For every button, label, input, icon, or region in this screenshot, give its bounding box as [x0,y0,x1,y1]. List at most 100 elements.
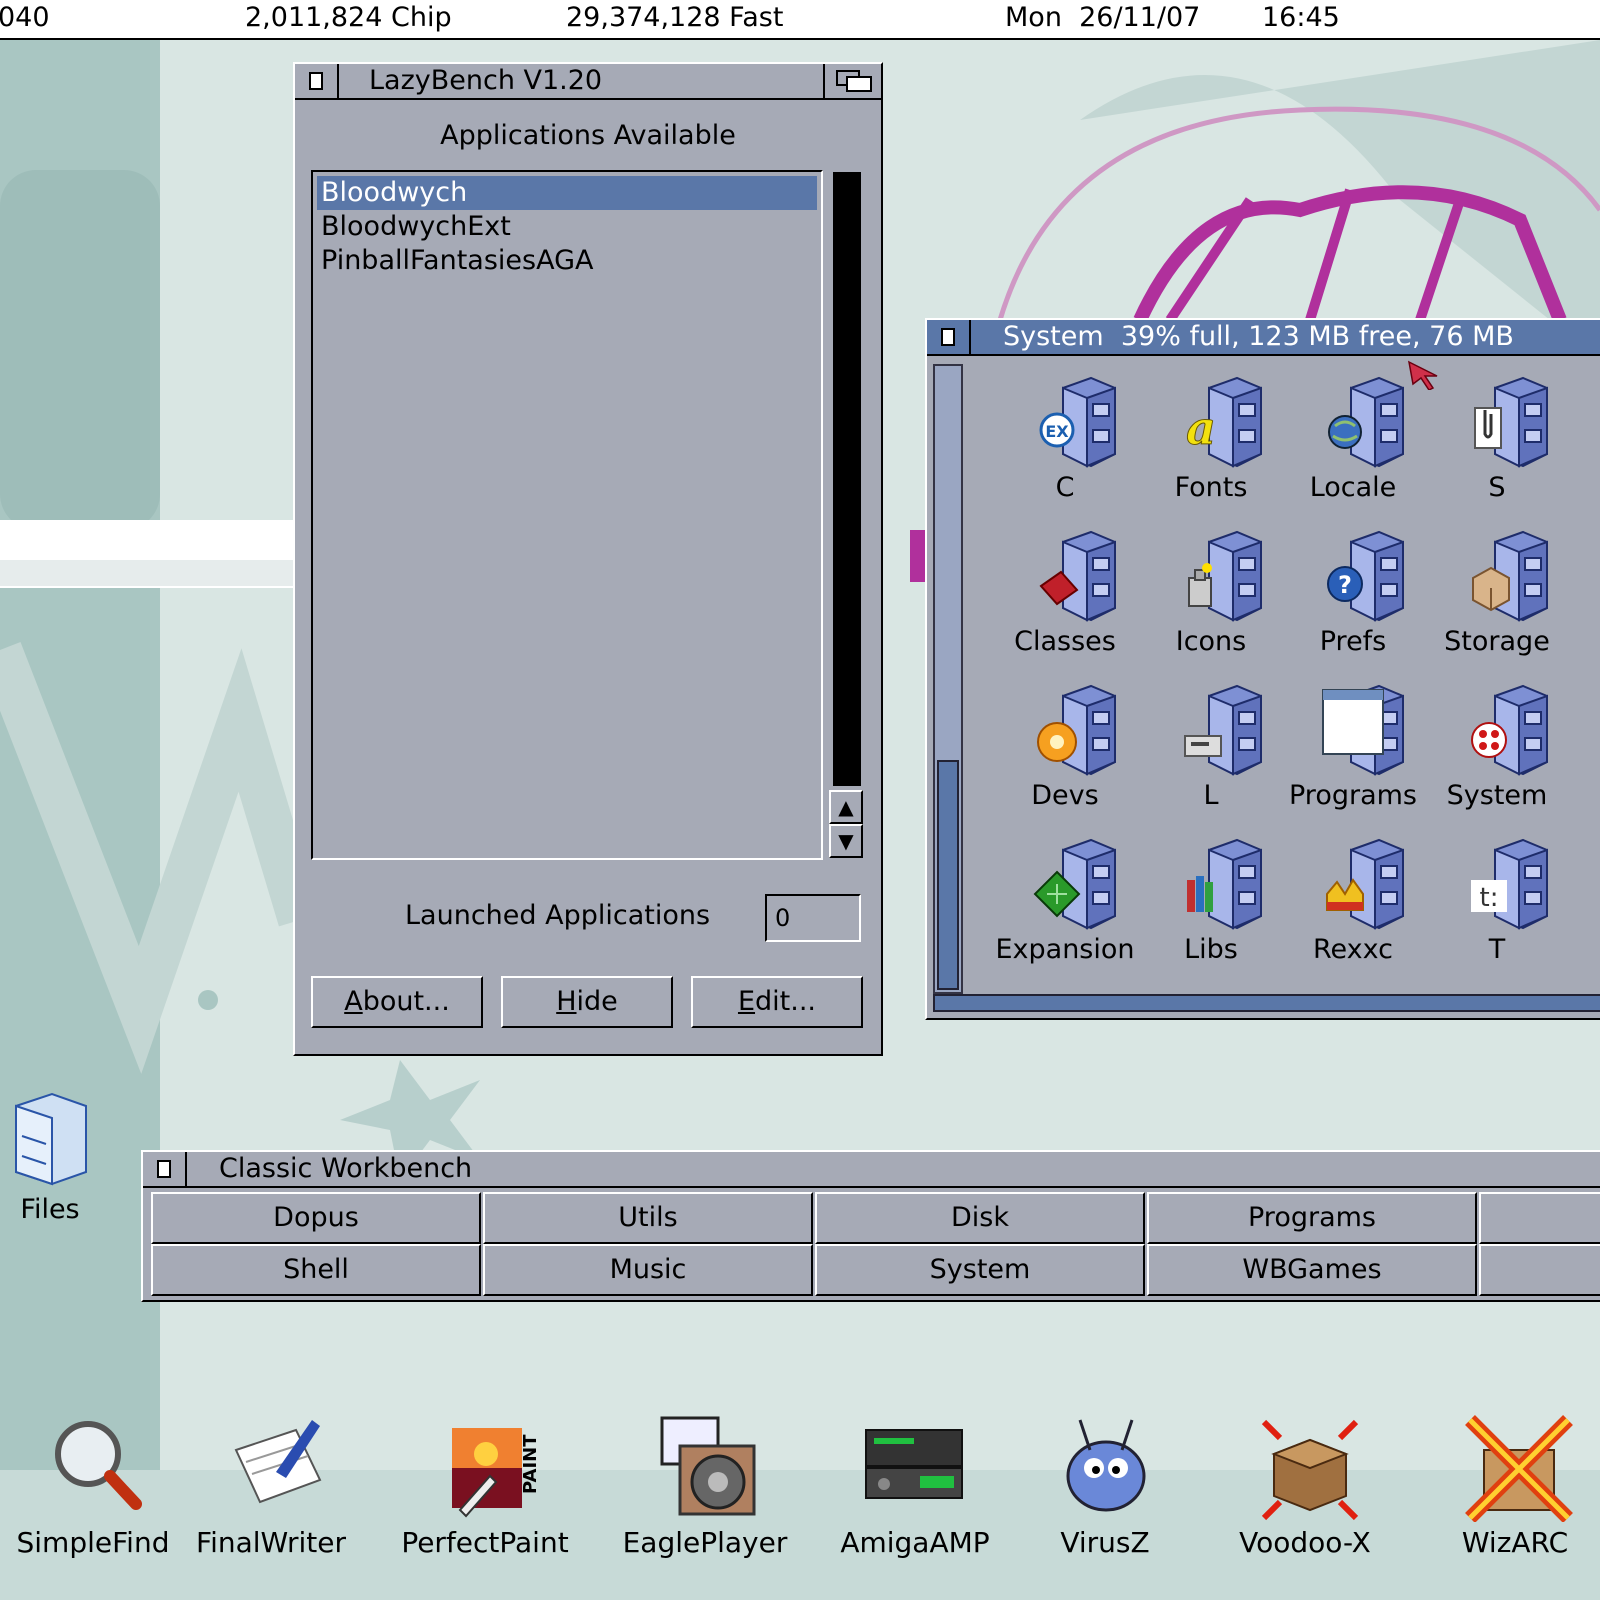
drawer-expansion[interactable]: Expansion [991,834,1139,984]
drawer-programs[interactable]: Programs [1279,680,1427,830]
launcher-wbgames-button[interactable]: WBGames [1147,1244,1477,1296]
list-item[interactable]: Bloodwych [317,176,817,210]
dock-virusz[interactable]: VirusZ [1010,1410,1200,1600]
drawer-s[interactable]: S [1423,372,1571,522]
drawer-label: Libs [1184,934,1238,965]
ex-drawer-icon: EX [1039,376,1116,468]
box-arrows-icon [1261,1419,1359,1521]
drawer-label: Icons [1175,626,1247,657]
launched-count-field: 0 [765,894,861,942]
l-drawer-icon [1184,684,1262,776]
drawer-label: Storage [1444,626,1550,657]
dock-voodoo-x[interactable]: Voodoo-X [1210,1410,1400,1600]
horizontal-scrollbar[interactable] [933,994,1600,1012]
dock-eagleplayer[interactable]: EaglePlayer [610,1410,800,1600]
svg-text:a: a [1186,401,1216,455]
drawer-label: T [1488,934,1506,965]
files-label: Files [20,1194,80,1225]
dock-label: VirusZ [1060,1526,1150,1559]
drawer-icons[interactable]: Icons [1137,526,1285,676]
expansion-drawer-icon [1033,838,1116,930]
drawer-classes[interactable]: Classes [991,526,1139,676]
classes-drawer-icon [1039,530,1116,622]
launcher-offscreen-button[interactable] [1479,1192,1600,1244]
drawer-label: L [1203,780,1219,811]
hide-button[interactable]: Hide [501,976,673,1028]
drawer-rexxc[interactable]: Rexxc [1279,834,1427,984]
window-title: Classic Workbench [219,1153,473,1184]
date: Mon 26/11/07 [1005,2,1201,33]
fast-memory: 29,374,128 Fast [566,2,784,33]
launched-applications-label: Launched Applications [405,900,711,931]
list-scrollbar[interactable] [831,170,863,788]
applications-heading: Applications Available [440,120,736,151]
about-button[interactable]: About... [311,976,483,1028]
svg-text:?: ? [1338,571,1352,599]
launcher-shell-button[interactable]: Shell [151,1244,481,1296]
drawer-devs[interactable]: Devs [991,680,1139,830]
launcher-programs-button[interactable]: Programs [1147,1192,1477,1244]
magnifier-icon [55,1421,142,1510]
amp-icon [865,1429,963,1499]
system-drawer-window[interactable]: System 39% full, 123 MB free, 76 MB EX Ca… [925,318,1600,1020]
system-title-bar[interactable]: System 39% full, 123 MB free, 76 MB [927,320,1600,356]
dock-perfectpaint[interactable]: PAINT PerfectPaint [390,1410,580,1600]
close-icon[interactable] [295,64,339,98]
drawer-label: Devs [1031,780,1099,811]
dock-simplefind[interactable]: SimpleFind [0,1410,188,1600]
drawer-icon [15,1092,87,1186]
drawer-prefs[interactable]: ? Prefs [1279,526,1427,676]
window-title: LazyBench V1.20 [369,65,603,96]
launcher-offscreen-button[interactable] [1479,1244,1600,1296]
speaker-icon [660,1416,756,1516]
paint-icon: PAINT [452,1428,541,1518]
edit-button[interactable]: Edit... [691,976,863,1028]
launcher-utils-button[interactable]: Utils [483,1192,813,1244]
drawer-label: Programs [1289,780,1417,811]
lazybench-window[interactable]: LazyBench V1.20 Applications Available B… [293,62,883,1056]
depth-gadget-icon[interactable] [823,64,881,98]
vertical-scrollbar[interactable] [933,364,963,994]
launcher-system-button[interactable]: System [815,1244,1145,1296]
drawer-t[interactable]: t: T [1423,834,1571,984]
dock-label: Voodoo-X [1239,1526,1371,1559]
drawer-label: S [1488,472,1506,503]
lazybench-title-bar[interactable]: LazyBench V1.20 [295,64,881,100]
rexxc-drawer-icon [1326,838,1404,930]
drawer-locale[interactable]: Locale [1279,372,1427,522]
libs-drawer-icon [1187,838,1262,930]
scroll-down-icon[interactable]: ▼ [829,824,863,858]
dock-finalwriter[interactable]: FinalWriter [176,1410,366,1600]
drawer-label: System [1446,780,1548,811]
drawer-libs[interactable]: Libs [1137,834,1285,984]
svg-text:PAINT: PAINT [520,1434,541,1494]
drawer-label: Locale [1309,472,1397,503]
drawer-storage[interactable]: Storage [1423,526,1571,676]
drawer-system[interactable]: System [1423,680,1571,830]
drawer-label: Expansion [995,934,1135,965]
drawer-l[interactable]: L [1137,680,1285,830]
classic-workbench-title-bar[interactable]: Classic Workbench [143,1152,1600,1188]
launcher-dopus-button[interactable]: Dopus [151,1192,481,1244]
close-icon[interactable] [143,1152,187,1186]
svg-text:t:: t: [1480,883,1499,913]
drawer-c[interactable]: EX C [991,372,1139,522]
scroll-up-icon[interactable]: ▲ [829,790,863,824]
dock-amigaamp[interactable]: AmigaAMP [820,1410,1010,1600]
classic-workbench-window[interactable]: Classic Workbench Dopus Utils Disk Programs… [141,1150,1600,1302]
screen-title-bar[interactable]: 040 2,011,824 Chip 29,374,128 Fast Mon 2… [0,0,1600,40]
programs-drawer-icon [1322,684,1404,776]
launcher-disk-button[interactable]: Disk [815,1192,1145,1244]
applications-list[interactable]: Bloodwych BloodwychExt PinballFantasiesAGA [311,170,823,860]
archive-icon [1465,1415,1573,1522]
window-title: System 39% full, 123 MB free, 76 MB [1003,321,1514,352]
drawer-fonts[interactable]: a Fonts [1137,372,1285,522]
dock-wizarc[interactable]: WizARC [1420,1410,1600,1600]
list-item[interactable]: BloodwychExt [317,210,817,244]
dock-label: PerfectPaint [401,1526,569,1559]
icons-drawer-icon [1188,530,1262,622]
launcher-music-button[interactable]: Music [483,1244,813,1296]
list-item[interactable]: PinballFantasiesAGA [317,244,817,278]
dock-label: WizARC [1461,1526,1569,1559]
close-icon[interactable] [927,320,971,354]
